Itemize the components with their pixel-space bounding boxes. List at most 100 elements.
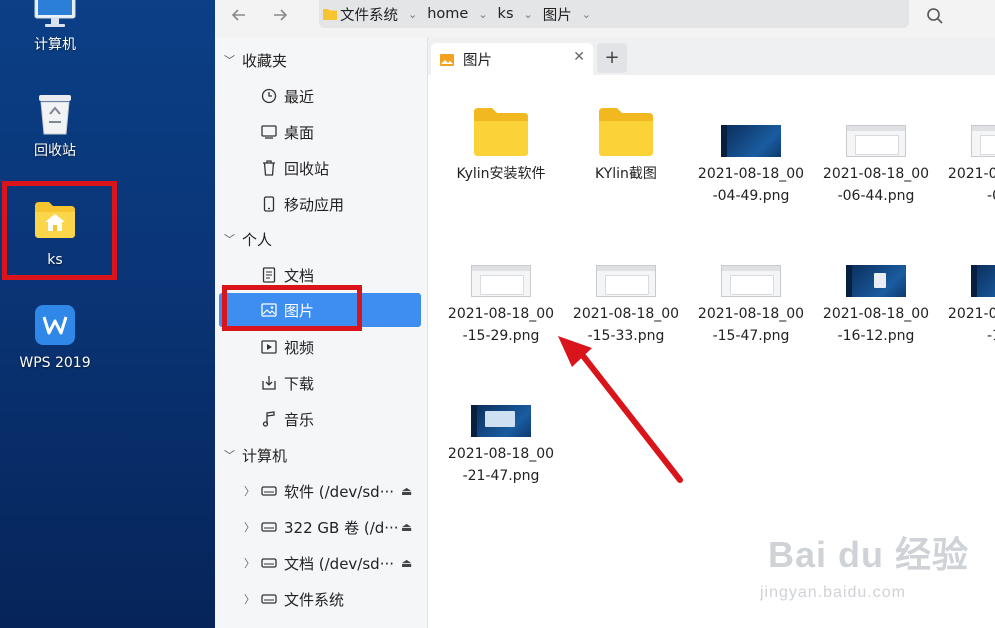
file-item-image[interactable]: 2021-08-18_00-16-12.png: [821, 239, 931, 347]
chevron-down-icon[interactable]: ⌄: [524, 8, 533, 21]
image-thumbnail: [471, 265, 531, 297]
image-thumbnail: [846, 265, 906, 297]
sidebar-item-music[interactable]: 音乐: [215, 404, 427, 434]
file-name: Kylin安装软件: [456, 166, 546, 182]
clock-icon: [260, 87, 278, 105]
file-item-image[interactable]: 2021-08-18_00-08-: [946, 99, 995, 207]
eject-icon[interactable]: ⏏: [401, 484, 412, 498]
breadcrumb-item[interactable]: ks ⌄: [498, 6, 537, 22]
breadcrumb-item[interactable]: 文件系统 ⌄: [323, 4, 421, 25]
sidebar-group-computer[interactable]: ﹀ 计算机: [215, 440, 427, 470]
chevron-right-icon[interactable]: 〉: [244, 555, 255, 571]
file-item-image[interactable]: 2021-08-18_00-21-47.png: [446, 379, 556, 487]
file-name: 2021-08-18_00-16-12.png: [822, 306, 930, 344]
recycle-bin-icon: [39, 95, 71, 135]
drive-icon: [260, 590, 278, 608]
close-icon[interactable]: ✕: [573, 49, 585, 65]
highlight-box-pictures: [222, 285, 362, 331]
chevron-right-icon[interactable]: 〉: [244, 483, 255, 499]
eject-icon[interactable]: ⏏: [401, 556, 412, 570]
desktop-icon-computer[interactable]: 计算机: [0, 0, 110, 54]
new-tab-button[interactable]: +: [597, 43, 627, 73]
sidebar-group-favorites[interactable]: ﹀ 收藏夹: [215, 45, 427, 75]
sidebar-item-drive-documents[interactable]: 〉 文档 (/dev/sd··· ⏏: [215, 548, 427, 578]
desktop: 计算机 回收站 ks WPS 2019: [0, 0, 215, 628]
sidebar: ﹀ 收藏夹 最近 桌面 回收站 移动应用 ﹀ 个人 文档 图片 视频 下载 音乐…: [215, 37, 428, 628]
chevron-right-icon[interactable]: 〉: [244, 519, 255, 535]
search-button[interactable]: [923, 4, 947, 28]
back-button[interactable]: [226, 5, 252, 31]
file-name: 2021-08-18_00-04-49.png: [697, 166, 805, 204]
sidebar-item-recent[interactable]: 最近: [215, 81, 427, 111]
wps-icon: [35, 305, 75, 345]
breadcrumb-item[interactable]: 图片 ⌄: [543, 4, 595, 25]
phone-icon: [260, 195, 278, 213]
watermark-url: jingyan.baidu.com: [760, 584, 906, 601]
document-icon: [260, 266, 278, 284]
desktop-icon-recycle-bin[interactable]: 回收站: [0, 92, 110, 160]
drive-icon: [260, 518, 278, 536]
eject-icon[interactable]: ⏏: [401, 520, 412, 534]
desktop-icon-label: 计算机: [34, 37, 76, 53]
file-item-image[interactable]: 2021-08-18_00-04-49.png: [696, 99, 806, 207]
file-item-image[interactable]: 2021-08-18_00-15-29.png: [446, 239, 556, 347]
chevron-right-icon[interactable]: 〉: [244, 591, 255, 607]
image-thumbnail: [721, 125, 781, 157]
download-icon: [260, 374, 278, 392]
sidebar-item-drive-322gb[interactable]: 〉 322 GB 卷 (/d··· ⏏: [215, 512, 427, 542]
drive-icon: [260, 482, 278, 500]
folder-icon: [323, 9, 337, 20]
video-icon: [260, 338, 278, 356]
image-thumbnail: [471, 405, 531, 437]
sidebar-item-drive-software[interactable]: 〉 软件 (/dev/sd··· ⏏: [215, 476, 427, 506]
sidebar-item-downloads[interactable]: 下载: [215, 368, 427, 398]
tab-pictures[interactable]: 图片 ✕: [431, 43, 593, 76]
sidebar-item-mobile-apps[interactable]: 移动应用: [215, 189, 427, 219]
folder-icon: [599, 108, 653, 156]
image-thumbnail: [596, 265, 656, 297]
watermark-brand: Bai du 经验: [768, 534, 970, 575]
trash-icon: [260, 159, 278, 177]
file-name: KYlin截图: [595, 166, 657, 182]
chevron-down-icon[interactable]: ⌄: [408, 8, 417, 21]
breadcrumb-item[interactable]: home ⌄: [427, 6, 491, 22]
search-icon: [927, 8, 943, 24]
file-name: 2021-08-18_00-15-47.png: [697, 306, 805, 344]
file-item-image[interactable]: 2021-08-18_00-16-: [946, 239, 995, 347]
arrow-right-icon: [274, 9, 288, 21]
desktop-icon-label: 回收站: [34, 143, 76, 159]
sidebar-group-personal[interactable]: ﹀ 个人: [215, 224, 427, 254]
image-thumbnail: [971, 265, 995, 297]
watermark: Bai du 经验 jingyan.baidu.com: [760, 526, 970, 601]
chevron-down-icon[interactable]: ﹀: [224, 447, 235, 463]
monitor-icon: [34, 0, 76, 27]
file-item-image[interactable]: 2021-08-18_00-15-47.png: [696, 239, 806, 347]
file-name: 2021-08-18_00-06-44.png: [822, 166, 930, 204]
sidebar-item-filesystem[interactable]: 〉 文件系统: [215, 584, 427, 614]
drive-icon: [260, 554, 278, 572]
folder-icon: [474, 108, 528, 156]
tab-bar: 图片 ✕ +: [428, 37, 995, 76]
file-item-folder[interactable]: Kylin安装软件: [446, 99, 556, 185]
chevron-down-icon[interactable]: ﹀: [224, 52, 235, 68]
chevron-down-icon[interactable]: ⌄: [478, 8, 487, 21]
file-name: 2021-08-18_00-15-33.png: [572, 306, 680, 344]
file-name: 2021-08-18_00-16-: [947, 306, 995, 344]
image-icon: [440, 53, 454, 66]
highlight-box-ks: [2, 181, 117, 280]
file-item-image[interactable]: 2021-08-18_00-06-44.png: [821, 99, 931, 207]
path-bar[interactable]: 文件系统 ⌄ home ⌄ ks ⌄ 图片 ⌄: [319, 0, 909, 28]
forward-button[interactable]: [267, 5, 293, 31]
file-item-folder[interactable]: KYlin截图: [571, 99, 681, 185]
chevron-down-icon[interactable]: ⌄: [582, 8, 591, 21]
sidebar-item-videos[interactable]: 视频: [215, 332, 427, 362]
image-thumbnail: [971, 125, 995, 157]
desktop-icon-wps[interactable]: WPS 2019: [0, 305, 110, 371]
file-name: 2021-08-18_00-15-29.png: [447, 306, 555, 344]
chevron-down-icon[interactable]: ﹀: [224, 231, 235, 247]
sidebar-item-trash[interactable]: 回收站: [215, 153, 427, 183]
file-item-image[interactable]: 2021-08-18_00-15-33.png: [571, 239, 681, 347]
sidebar-item-desktop[interactable]: 桌面: [215, 117, 427, 147]
image-thumbnail: [721, 265, 781, 297]
file-name: 2021-08-18_00-08-: [947, 166, 995, 204]
